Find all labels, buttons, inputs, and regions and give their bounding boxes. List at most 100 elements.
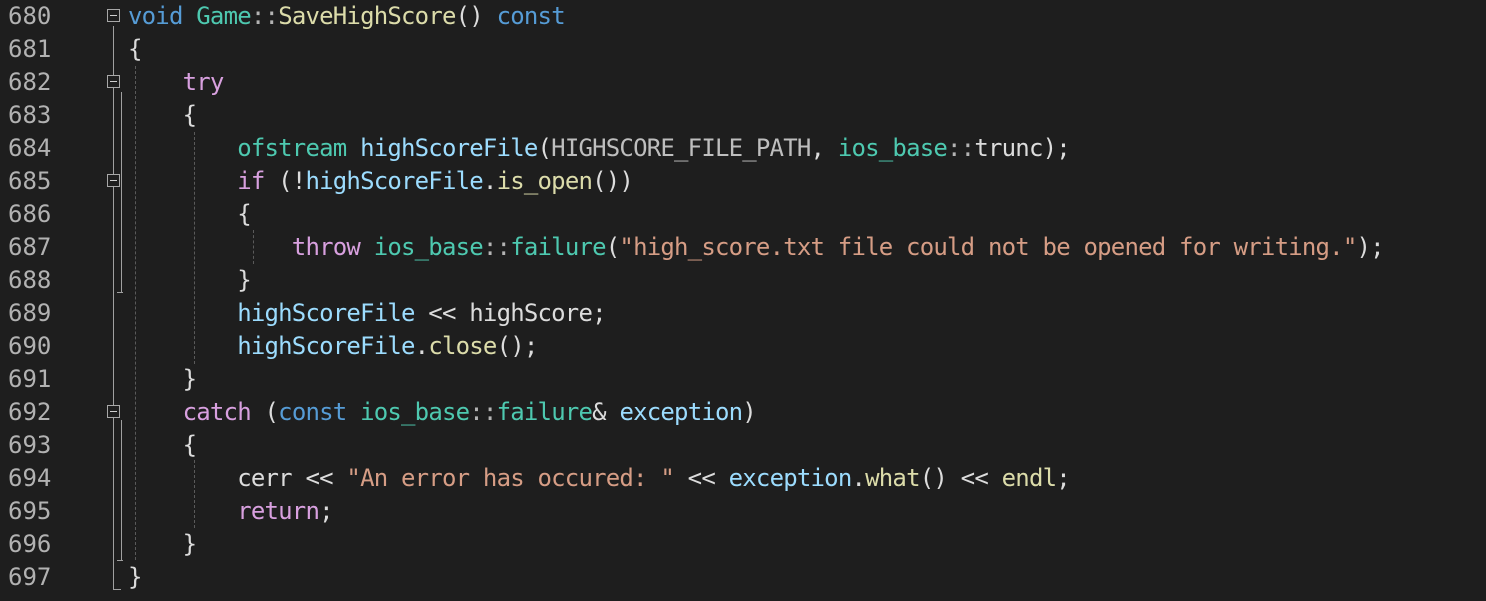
line-number: 683	[8, 101, 52, 129]
code-token: try	[182, 68, 225, 96]
code-text[interactable]: }	[128, 264, 251, 297]
code-token: is_open	[496, 167, 593, 195]
code-text[interactable]: if (!highScoreFile.is_open())	[128, 165, 634, 198]
code-token: const	[278, 398, 347, 426]
code-token: what	[865, 464, 920, 492]
code-token: }	[128, 365, 197, 393]
code-line[interactable]: 696 }	[0, 528, 1486, 561]
code-token: catch	[182, 398, 252, 426]
code-text[interactable]: catch (const ios_base::failure& exceptio…	[128, 396, 757, 429]
code-token: return	[237, 497, 320, 525]
code-token: exception	[728, 464, 853, 492]
code-token: () <<	[919, 464, 1002, 492]
code-line[interactable]: 689 highScoreFile << highScore;	[0, 297, 1486, 330]
code-line[interactable]: 693 {	[0, 429, 1486, 462]
code-token: ,	[810, 134, 838, 162]
code-token: ::	[250, 2, 279, 30]
line-number: 694	[8, 464, 52, 492]
code-token: if	[237, 167, 265, 195]
code-token: ();	[496, 332, 539, 360]
code-text[interactable]: {	[128, 33, 142, 66]
collapse-icon[interactable]	[107, 405, 120, 418]
code-line[interactable]: 688 }	[0, 264, 1486, 297]
code-line[interactable]: 691 }	[0, 363, 1486, 396]
code-token: ()	[455, 2, 497, 30]
line-number: 680	[8, 2, 52, 30]
code-token: );	[1356, 233, 1384, 261]
code-token: ;	[319, 497, 333, 525]
code-text[interactable]: {	[128, 99, 197, 132]
code-token: }	[128, 266, 251, 294]
collapse-icon[interactable]	[107, 75, 120, 88]
code-token: "high_score.txt file could not be opened…	[619, 233, 1357, 261]
code-token: )	[742, 398, 756, 426]
code-text[interactable]: ofstream highScoreFile(HIGHSCORE_FILE_PA…	[128, 132, 1071, 165]
code-token: (	[605, 233, 620, 261]
code-token: highScoreFile	[237, 332, 415, 360]
code-line[interactable]: 695 return;	[0, 495, 1486, 528]
line-number: 681	[8, 35, 52, 63]
code-line[interactable]: 697}	[0, 561, 1486, 594]
code-line[interactable]: 690 highScoreFile.close();	[0, 330, 1486, 363]
code-text[interactable]: }	[128, 561, 142, 594]
code-token: highScoreFile	[360, 134, 538, 162]
code-token: SaveHighScore	[278, 2, 456, 30]
code-token: .	[414, 332, 429, 360]
line-number: 695	[8, 497, 52, 525]
line-number: 692	[8, 398, 52, 426]
code-line[interactable]: 680 void Game::SaveHighScore() const	[0, 0, 1486, 33]
code-token: <<	[674, 464, 729, 492]
code-token: endl	[1001, 464, 1057, 492]
line-number: 696	[8, 530, 52, 558]
code-line[interactable]: 694 cerr << "An error has occured: " << …	[0, 462, 1486, 495]
code-token: highScore	[469, 299, 593, 327]
code-text[interactable]: cerr << "An error has occured: " << exce…	[128, 462, 1070, 495]
code-token: cerr	[237, 464, 292, 492]
code-text[interactable]: highScoreFile.close();	[128, 330, 538, 363]
code-token: .	[851, 464, 866, 492]
code-token: exception	[619, 398, 743, 426]
code-token: failure	[510, 233, 606, 261]
code-line[interactable]: 687 throw ios_base::failure("high_score.…	[0, 231, 1486, 264]
code-text[interactable]: {	[128, 429, 197, 462]
code-line[interactable]: 692 catch (const ios_base::failure& exce…	[0, 396, 1486, 429]
code-text[interactable]: try	[128, 66, 225, 99]
code-line[interactable]: 685 if (!highScoreFile.is_open())	[0, 165, 1486, 198]
collapse-icon[interactable]	[107, 174, 120, 187]
code-line[interactable]: 686 {	[0, 198, 1486, 231]
code-line[interactable]: 684 ofstream highScoreFile(HIGHSCORE_FIL…	[0, 132, 1486, 165]
code-text[interactable]: }	[128, 363, 197, 396]
code-line[interactable]: 683 {	[0, 99, 1486, 132]
code-token: failure	[496, 398, 593, 426]
code-token: &	[592, 398, 620, 426]
line-number: 690	[8, 332, 52, 360]
line-number: 689	[8, 299, 52, 327]
collapse-icon[interactable]	[107, 9, 120, 22]
code-token: highScoreFile	[305, 167, 483, 195]
code-token: <<	[414, 299, 470, 327]
code-text[interactable]: return;	[128, 495, 333, 528]
code-token: .	[482, 167, 497, 195]
code-token: const	[496, 2, 566, 30]
code-text[interactable]: void Game::SaveHighScore() const	[128, 0, 566, 33]
code-text[interactable]: highScoreFile << highScore;	[128, 297, 606, 330]
code-line[interactable]: 682 try	[0, 66, 1486, 99]
code-token: void	[128, 2, 183, 30]
code-editor[interactable]: 680 void Game::SaveHighScore() const 681{6…	[0, 0, 1486, 601]
code-text[interactable]: {	[128, 198, 251, 231]
code-line[interactable]: 681 {	[0, 33, 1486, 66]
code-token: close	[428, 332, 497, 360]
code-token: ofstream	[237, 134, 347, 162]
code-text[interactable]: }	[128, 528, 197, 561]
code-token: ;	[1056, 464, 1070, 492]
code-text[interactable]: throw ios_base::failure("high_score.txt …	[128, 231, 1385, 264]
code-token: {	[128, 431, 197, 459]
